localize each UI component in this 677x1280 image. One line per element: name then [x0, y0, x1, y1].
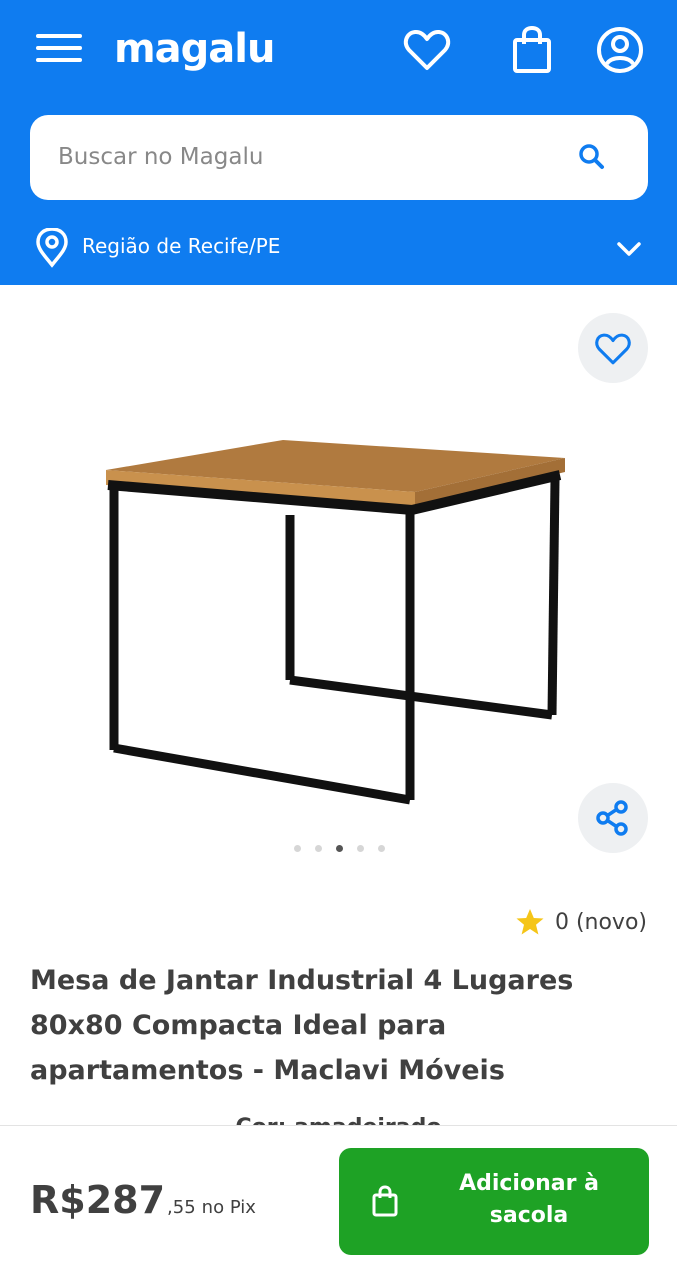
- search-input[interactable]: [58, 137, 558, 177]
- rating-text: 0 (novo): [554, 909, 647, 935]
- share-icon: [596, 800, 628, 836]
- image-pagination: [290, 845, 390, 855]
- search-icon[interactable]: [572, 137, 612, 177]
- product-title: Mesa de Jantar Industrial 4 Lugares 80x8…: [30, 965, 574, 1086]
- rating[interactable]: 0 (novo): [515, 905, 647, 939]
- search-box: [30, 115, 648, 200]
- region-label: Região de Recife/PE: [82, 234, 281, 258]
- bag-icon: [372, 1185, 398, 1217]
- star-icon: [516, 909, 544, 935]
- purchase-bar: R$287,55 no Pix Adicionar à sacola: [0, 1125, 677, 1280]
- product-page: magalu Buscar no Magalu Região de Recife…: [0, 0, 677, 1280]
- header: magalu Buscar no Magalu Região de Recife…: [0, 0, 677, 285]
- pagination-dot-active[interactable]: [336, 845, 343, 852]
- pagination-dot[interactable]: [294, 845, 301, 852]
- top-bar: magalu: [0, 0, 677, 100]
- price-main: R$287: [30, 1178, 166, 1222]
- bag-icon[interactable]: [506, 24, 558, 76]
- add-to-bag-button[interactable]: Adicionar à sacola: [339, 1148, 649, 1255]
- pagination-dot[interactable]: [315, 845, 322, 852]
- chevron-down-icon: [617, 242, 641, 256]
- price: R$287,55 no Pix: [30, 1178, 256, 1222]
- heart-icon[interactable]: [401, 24, 453, 76]
- pagination-dot[interactable]: [357, 845, 364, 852]
- menu-icon[interactable]: [34, 30, 84, 66]
- pagination-dot[interactable]: [378, 845, 385, 852]
- favorite-button[interactable]: [578, 313, 648, 383]
- logo[interactable]: magalu: [114, 24, 275, 74]
- product-image[interactable]: [100, 430, 580, 820]
- location-pin-icon: [36, 228, 68, 268]
- price-cents: ,55: [167, 1197, 196, 1218]
- user-icon[interactable]: [594, 24, 646, 76]
- add-to-bag-label: Adicionar à sacola: [459, 1171, 599, 1228]
- share-button[interactable]: [578, 783, 648, 853]
- region-selector[interactable]: Região de Recife/PE: [34, 228, 644, 268]
- price-method: no Pix: [201, 1197, 256, 1218]
- heart-icon: [595, 333, 631, 365]
